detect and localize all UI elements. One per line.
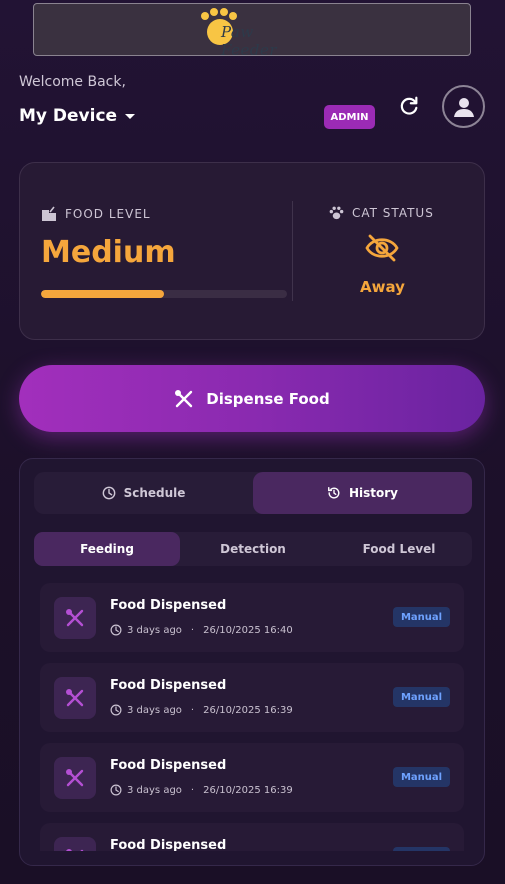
paw-toe	[229, 11, 237, 20]
subtab-food-level[interactable]: Food Level	[326, 532, 472, 566]
welcome-text: Welcome Back,	[19, 74, 126, 90]
tab-history-label: History	[348, 486, 399, 500]
meta-separator: ·	[190, 704, 195, 716]
item-datetime: 26/10/2025 16:39	[203, 784, 293, 796]
history-item[interactable]: Food Dispensed 3 days ago · 26/10/2025 1…	[40, 583, 464, 652]
profile-button[interactable]	[442, 85, 485, 128]
item-datetime: 26/10/2025 16:40	[203, 624, 293, 636]
item-ago: 3 days ago	[127, 784, 182, 796]
item-icon	[54, 837, 96, 851]
history-list[interactable]: Food Dispensed 3 days ago · 26/10/2025 1…	[40, 583, 464, 851]
history-item[interactable]: Food Dispensed 3 days ago · 26/10/2025 1…	[40, 743, 464, 812]
role-badge: ADMIN	[324, 105, 375, 129]
item-title: Food Dispensed	[110, 838, 227, 851]
tab-schedule-label: Schedule	[123, 486, 186, 500]
item-meta: 3 days ago · 26/10/2025 16:39	[110, 704, 293, 716]
utensils-icon	[66, 609, 84, 627]
food-level-bar	[41, 290, 287, 298]
item-icon	[54, 757, 96, 799]
status-card: FOOD LEVEL Medium CAT STATUS Away	[19, 162, 485, 340]
user-icon	[453, 97, 474, 117]
history-panel: Schedule History Feeding Detection Food …	[19, 458, 485, 866]
item-meta: 3 days ago · 26/10/2025 16:39	[110, 784, 293, 796]
utensils-icon	[66, 689, 84, 707]
meta-separator: ·	[190, 624, 195, 636]
history-item[interactable]: Food Dispensed 3 days ago · 26/10/2025 1…	[40, 823, 464, 851]
paw-feeder-logo: Paw Feeder	[197, 5, 307, 59]
dispense-food-label: Dispense Food	[206, 389, 330, 408]
item-badge: Manual	[393, 767, 450, 787]
clock-icon	[110, 624, 122, 636]
item-ago: 3 days ago	[127, 624, 182, 636]
tab-history[interactable]: History	[253, 472, 472, 514]
clock-icon	[110, 784, 122, 796]
item-title: Food Dispensed	[110, 758, 227, 773]
subtab-feeding[interactable]: Feeding	[34, 532, 180, 566]
tab-schedule[interactable]: Schedule	[34, 472, 253, 514]
sub-tabs: Feeding Detection Food Level	[34, 532, 472, 566]
logo-text: Paw Feeder	[221, 22, 277, 59]
device-selector[interactable]: My Device	[19, 106, 136, 126]
clock-icon	[102, 486, 115, 500]
item-datetime: 26/10/2025 16:39	[203, 704, 293, 716]
refresh-icon	[400, 96, 418, 115]
device-name: My Device	[19, 106, 118, 126]
paw-toe	[220, 7, 228, 16]
food-level-fill	[41, 290, 164, 298]
cat-status-header: CAT STATUS	[329, 205, 434, 220]
item-icon	[54, 597, 96, 639]
item-ago: 3 days ago	[127, 704, 182, 716]
cat-status-label: CAT STATUS	[352, 205, 434, 220]
paw-toe	[210, 7, 218, 16]
food-level-label: FOOD LEVEL	[65, 207, 151, 221]
clock-icon	[110, 704, 122, 716]
meta-separator: ·	[190, 784, 195, 796]
paw-icon	[329, 206, 344, 220]
caret-down-icon	[125, 113, 136, 119]
refresh-button[interactable]	[398, 95, 420, 117]
item-icon	[54, 677, 96, 719]
utensils-icon	[66, 849, 84, 851]
food-level-header: FOOD LEVEL	[41, 206, 151, 222]
paw-toe	[201, 11, 209, 20]
food-level-value: Medium	[41, 235, 176, 270]
eye-slash-icon	[365, 233, 399, 267]
item-badge: Manual	[393, 687, 450, 707]
item-badge: Manual	[393, 607, 450, 627]
card-divider	[292, 201, 293, 301]
food-bowl-icon	[42, 206, 56, 221]
item-badge: Manual	[393, 847, 450, 851]
item-title: Food Dispensed	[110, 598, 227, 613]
utensils-icon	[175, 389, 193, 407]
history-icon	[328, 487, 340, 499]
logo-bar: Paw Feeder	[33, 3, 471, 59]
dispense-food-button[interactable]: Dispense Food	[19, 365, 485, 432]
item-title: Food Dispensed	[110, 678, 227, 693]
cat-status-value: Away	[360, 278, 405, 296]
subtab-detection[interactable]: Detection	[180, 532, 326, 566]
utensils-icon	[66, 769, 84, 787]
main-tabs: Schedule History	[34, 472, 472, 514]
item-meta: 3 days ago · 26/10/2025 16:40	[110, 624, 293, 636]
history-item[interactable]: Food Dispensed 3 days ago · 26/10/2025 1…	[40, 663, 464, 732]
